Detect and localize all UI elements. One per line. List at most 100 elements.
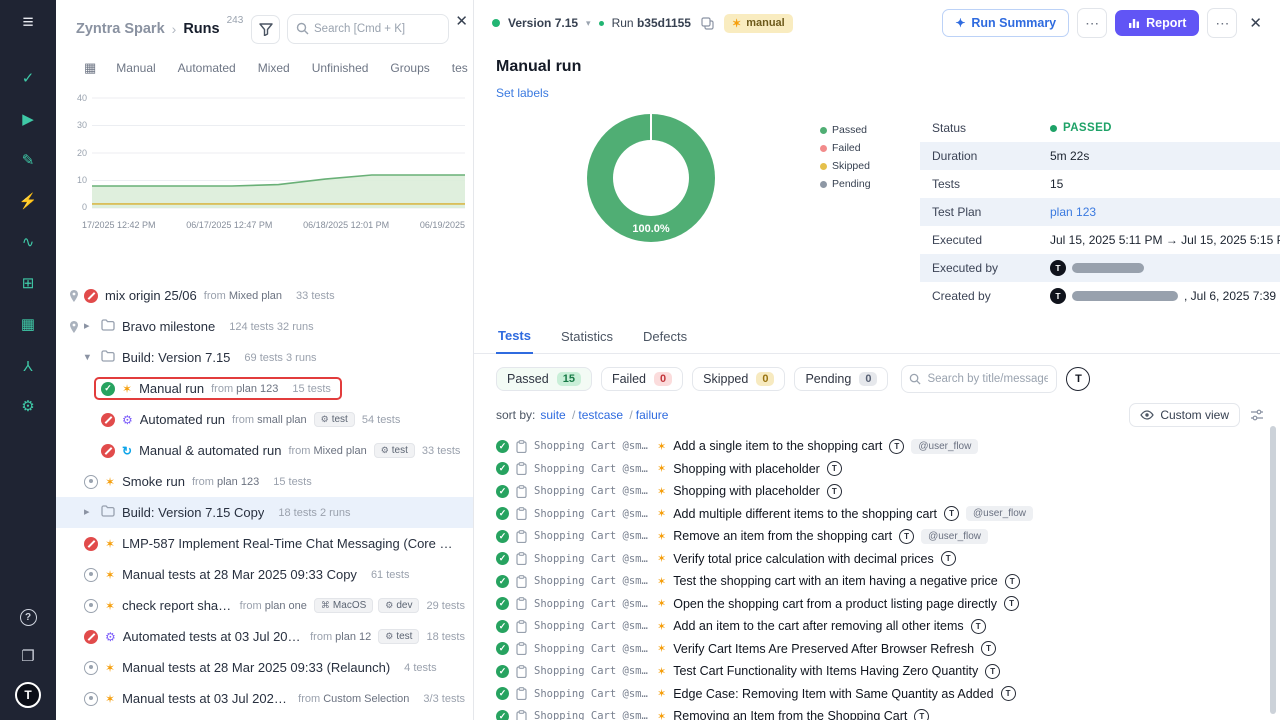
version-selector[interactable]: Version 7.15 [508,16,578,30]
rail-icon[interactable]: ⊞ [12,270,44,296]
close-run-detail-button[interactable]: ✕ [1245,12,1266,34]
status-filter-chip[interactable]: Failed 0 [601,367,683,391]
run-row[interactable]: Manual tests at 28 Mar 2025 09:33 (Relau… [56,652,473,683]
view-settings-icon[interactable] [1250,409,1264,421]
run-row[interactable]: check report sharing from plan one ⌘MacO… [56,590,473,621]
run-type-icon [105,600,115,612]
rail-icon[interactable]: ⚙ [12,393,44,419]
test-row[interactable]: Shopping Cart @sm… Verify Cart Items Are… [474,638,1280,661]
test-row[interactable]: Shopping Cart @sm… Verify total price ca… [474,548,1280,571]
test-row[interactable]: Shopping Cart @sm… Add an item to the ca… [474,615,1280,638]
sort-option[interactable]: suite [540,408,578,422]
run-type-icon [105,476,115,488]
test-title[interactable]: Shopping with placeholder [673,484,820,498]
rail-icon[interactable]: ▦ [12,311,44,337]
test-row[interactable]: Shopping Cart @sm… Shopping with placeho… [474,480,1280,503]
status-filter-chip[interactable]: Pending 0 [794,367,888,391]
close-runs-panel-button[interactable]: ✕ [455,12,468,30]
rail-icon[interactable]: ? [12,604,44,630]
status-filter-chip[interactable]: Passed 15 [496,367,592,391]
runs-filter-tab[interactable]: Manual [116,61,155,75]
run-detail-tab[interactable]: Statistics [559,328,615,353]
rail-icon[interactable]: ≡ [12,10,44,36]
rail-icon[interactable]: ▶ [12,106,44,132]
reporter-filter-avatar[interactable]: T [1066,367,1090,391]
reporter-avatar: T [941,551,956,566]
passed-icon [496,462,509,475]
copy-run-id-button[interactable] [699,17,716,30]
rail-icon[interactable]: ✎ [12,147,44,173]
test-title[interactable]: Removing an Item from the Shopping Cart [673,709,907,720]
test-row[interactable]: Shopping Cart @sm… Removing an Item from… [474,705,1280,720]
test-title[interactable]: Verify Cart Items Are Preserved After Br… [673,642,974,656]
chevron-icon[interactable] [84,321,94,332]
run-row[interactable]: Manual tests at 03 Jul 2025 12:08 from C… [56,683,473,714]
test-title[interactable]: Add a single item to the shopping cart [673,439,882,453]
chart-y-tick: 40 [77,94,87,103]
run-row[interactable]: Manual tests at 28 Mar 2025 09:33 Copy 6… [56,559,473,590]
scrollbar[interactable] [1270,426,1276,714]
test-title[interactable]: Remove an item from the shopping cart [673,529,892,543]
rail-icon[interactable]: Y [12,352,44,378]
run-row[interactable]: Manual & automated run from Mixed plan ⚙… [56,435,473,466]
test-title[interactable]: Add an item to the cart after removing a… [673,619,963,633]
run-row[interactable]: Manual run from plan 123 15 tests [56,373,473,404]
test-title[interactable]: Test the shopping cart with an item havi… [673,574,998,588]
runs-filter-tab[interactable]: Groups [390,61,429,75]
reporter-avatar: T [1005,574,1020,589]
test-title[interactable]: Add multiple different items to the shop… [673,507,937,521]
test-row[interactable]: Shopping Cart @sm… Edge Case: Removing I… [474,683,1280,706]
test-row[interactable]: Shopping Cart @sm… Shopping with placeho… [474,458,1280,481]
custom-view-button[interactable]: Custom view [1129,403,1240,427]
run-row[interactable]: Build: Version 7.15 69 tests 3 runs [56,342,473,373]
run-row[interactable]: Automated run from small plan ⚙test 54 t… [56,404,473,435]
test-title[interactable]: Shopping with placeholder [673,462,820,476]
filter-button[interactable] [251,15,280,44]
manual-icon [657,687,666,700]
set-labels-link[interactable]: Set labels [496,86,549,100]
runs-filter-tab[interactable]: Mixed [258,61,290,75]
sort-option[interactable]: testcase [578,408,635,422]
test-title[interactable]: Test Cart Functionality with Items Havin… [673,664,978,678]
test-title[interactable]: Edge Case: Removing Item with Same Quant… [673,687,993,701]
test-row[interactable]: Shopping Cart @sm… Remove an item from t… [474,525,1280,548]
runs-activity-chart: 403020100 17/2025 12:42 PM06/17/2025 12:… [66,94,465,230]
run-more-button[interactable]: ⋯ [1207,8,1237,38]
grid-view-icon[interactable]: ▦ [84,60,96,76]
summary-more-button[interactable]: ⋯ [1077,8,1107,38]
runs-filter-tab[interactable]: Unfinished [312,61,369,75]
rail-icon[interactable]: ✓ [12,65,44,91]
run-summary-button[interactable]: ✦Run Summary [942,9,1069,37]
test-search-input[interactable] [901,365,1057,393]
test-row[interactable]: Shopping Cart @sm… Add a single item to … [474,435,1280,458]
run-row[interactable]: LMP-587 Implement Real-Time Chat Messagi… [56,528,473,559]
breadcrumb-project[interactable]: Zyntra Spark [76,21,165,37]
chevron-icon[interactable] [84,352,94,363]
run-info-row: Tests 15 [920,170,1280,198]
run-row[interactable]: Automated tests at 03 Jul 2025 13:25 fro… [56,621,473,652]
test-title[interactable]: Verify total price calculation with deci… [673,552,934,566]
test-title[interactable]: Open the shopping cart from a product li… [673,597,997,611]
status-filter-chip[interactable]: Skipped 0 [692,367,785,391]
run-detail-tab[interactable]: Tests [496,328,533,354]
rail-icon[interactable]: ∿ [12,229,44,255]
rail-icon[interactable]: ❐ [12,643,44,669]
rail-icon[interactable]: T [12,682,44,708]
test-row[interactable]: Shopping Cart @sm… Open the shopping car… [474,593,1280,616]
run-detail-tab[interactable]: Defects [641,328,689,353]
chevron-icon[interactable] [84,507,94,518]
test-row[interactable]: Shopping Cart @sm… Test the shopping car… [474,570,1280,593]
run-row[interactable]: Bravo milestone 124 tests 32 runs [56,311,473,342]
report-button[interactable]: Report [1115,10,1199,36]
test-row[interactable]: Shopping Cart @sm… Add multiple differen… [474,503,1280,526]
chart-x-label: 17/2025 12:42 PM [82,220,156,230]
run-row[interactable]: Build: Version 7.15 Copy 18 tests 2 runs [56,497,473,528]
run-row[interactable]: Smoke run from plan 123 15 tests [56,466,473,497]
test-row[interactable]: Shopping Cart @sm… Test Cart Functionali… [474,660,1280,683]
runs-filter-tab[interactable]: Automated [178,61,236,75]
rail-icon[interactable]: ⚡ [12,188,44,214]
sort-option[interactable]: failure [636,408,669,422]
runs-search-input[interactable] [287,14,449,44]
runs-filter-tab[interactable]: tes [452,61,468,75]
run-row[interactable]: mix origin 25/06 from Mixed plan 33 test… [56,280,473,311]
